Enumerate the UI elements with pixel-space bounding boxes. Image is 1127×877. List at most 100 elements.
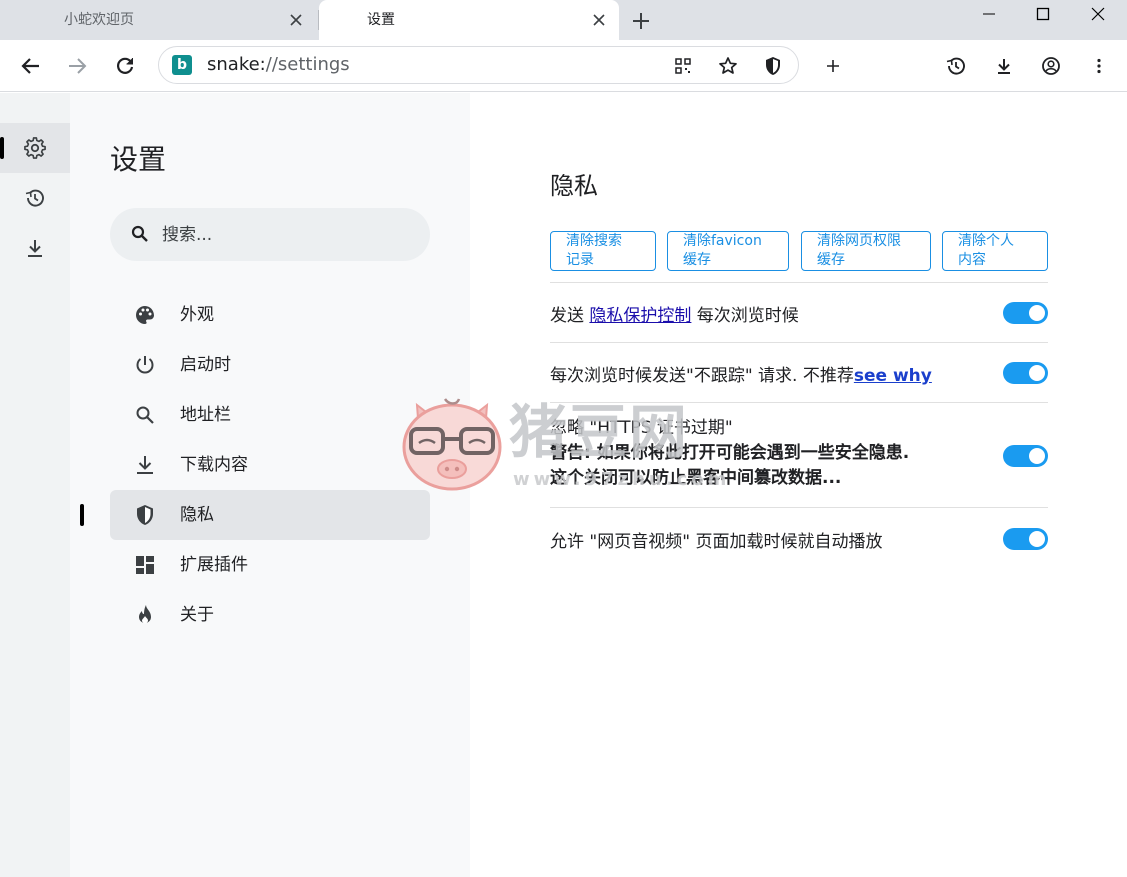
nav-item-label: 外观 <box>180 305 214 325</box>
download-icon <box>998 59 1010 74</box>
forward-button[interactable] <box>63 52 91 80</box>
label-text: 每次浏览时候 <box>691 306 799 326</box>
button-label-line2: 记录 <box>566 252 594 268</box>
site-favicon-icon: b <box>172 55 192 75</box>
autoplay-toggle[interactable] <box>1003 528 1048 550</box>
search-icon <box>131 225 148 242</box>
button-label-line1: 清除搜索 <box>566 233 622 249</box>
shield-button[interactable] <box>762 55 784 77</box>
back-button[interactable] <box>17 52 45 80</box>
downloads-button[interactable] <box>990 52 1018 80</box>
button-label-line1: 清除favicon <box>683 233 762 249</box>
url-text[interactable]: snake://settings <box>207 47 350 83</box>
nav-item-downloads[interactable]: 下载内容 <box>110 440 430 490</box>
rail-settings[interactable] <box>0 123 70 173</box>
minimize-button[interactable] <box>966 0 1012 28</box>
nav-item-label: 下载内容 <box>180 455 248 475</box>
see-why-link[interactable]: see why <box>854 366 932 386</box>
setting-label: 忽略 "HTTPS 证书过期" 警告: 如果你将此打开可能会遇到一些安全隐患. … <box>550 416 909 491</box>
side-rail <box>0 93 70 877</box>
window-close-button[interactable] <box>1075 0 1121 28</box>
clear-favicon-cache-button[interactable]: 清除favicon 缓存 <box>667 231 789 271</box>
tab-welcome[interactable]: 小蛇欢迎页 <box>18 0 318 40</box>
nav-item-privacy[interactable]: 隐私 <box>80 490 430 540</box>
https-expired-toggle[interactable] <box>1003 445 1048 467</box>
button-label-line2: 缓存 <box>683 252 711 268</box>
address-bar[interactable]: b snake://settings <box>158 46 799 84</box>
nav-item-appearance[interactable]: 外观 <box>110 290 430 340</box>
setting-row-autoplay: 允许 "网页音视频" 页面加载时候就自动播放 <box>550 507 1048 569</box>
minimize-icon <box>983 13 995 15</box>
qr-code-button[interactable] <box>672 55 694 77</box>
settings-search[interactable] <box>110 208 430 261</box>
clear-personal-data-button[interactable]: 清除个人 内容 <box>942 231 1048 271</box>
download-icon <box>28 240 42 257</box>
nav-item-extensions[interactable]: 扩展插件 <box>110 540 430 590</box>
privacy-control-link[interactable]: 隐私保护控制 <box>589 306 691 326</box>
label-text: 每次浏览时候发送"不跟踪" 请求. 不推荐 <box>550 366 854 386</box>
clear-search-history-button[interactable]: 清除搜索 记录 <box>550 231 656 271</box>
plus-icon <box>827 60 839 72</box>
section-title: 隐私 <box>550 172 598 200</box>
close-icon <box>1091 7 1105 21</box>
history-button[interactable] <box>942 52 970 80</box>
search-icon <box>134 404 156 426</box>
gear-icon <box>24 137 46 159</box>
setting-label: 发送 隐私保护控制 每次浏览时候 <box>550 301 799 326</box>
setting-label: 允许 "网页音视频" 页面加载时候就自动播放 <box>550 532 883 552</box>
rail-history[interactable] <box>0 173 70 223</box>
bookmark-button[interactable] <box>717 55 739 77</box>
setting-row-do-not-track: 每次浏览时候发送"不跟踪" 请求. 不推荐see why <box>550 342 1048 402</box>
download-icon <box>134 454 156 476</box>
nav-item-label: 地址栏 <box>180 405 231 425</box>
star-icon <box>719 57 737 74</box>
profile-button[interactable] <box>1037 52 1065 80</box>
setting-label: 每次浏览时候发送"不跟踪" 请求. 不推荐see why <box>550 361 932 386</box>
maximize-button[interactable] <box>1020 0 1066 28</box>
rail-downloads[interactable] <box>0 223 70 273</box>
qr-code-icon <box>675 58 691 74</box>
nav-item-label: 关于 <box>180 605 214 625</box>
maximize-icon <box>1036 7 1050 21</box>
button-label-line2: 缓存 <box>817 252 845 268</box>
label-text: 忽略 "HTTPS 证书过期" <box>550 418 733 438</box>
flame-icon <box>134 604 156 626</box>
setting-row-privacy-control: 发送 隐私保护控制 每次浏览时候 <box>550 282 1048 342</box>
new-tab-icon[interactable] <box>630 10 652 32</box>
extensions-icon <box>134 554 156 576</box>
do-not-track-toggle[interactable] <box>1003 362 1048 384</box>
tab-settings[interactable]: 设置 <box>319 0 619 40</box>
nav-item-startup[interactable]: 启动时 <box>110 340 430 390</box>
setting-row-https-expired: 忽略 "HTTPS 证书过期" 警告: 如果你将此打开可能会遇到一些安全隐患. … <box>550 402 1048 507</box>
toolbar: b snake://settings <box>0 40 1127 92</box>
button-label-line1: 清除网页权限 <box>817 233 901 249</box>
nav-item-about[interactable]: 关于 <box>110 590 430 640</box>
close-icon[interactable] <box>591 12 607 28</box>
shield-icon <box>134 504 156 526</box>
tab-title: 小蛇欢迎页 <box>64 12 134 28</box>
button-label-line2: 内容 <box>958 252 986 268</box>
shield-icon <box>766 57 780 75</box>
menu-button[interactable] <box>1085 52 1113 80</box>
url-scheme: snake: <box>207 54 266 75</box>
arrow-left-icon <box>21 58 39 74</box>
close-icon[interactable] <box>288 12 304 28</box>
warning-text: 这个关闭可以防止黑客中间篡改数据... <box>550 468 842 488</box>
more-vertical-icon <box>1097 58 1101 74</box>
label-text: 发送 <box>550 306 590 326</box>
reload-button[interactable] <box>111 52 139 80</box>
account-icon <box>1042 57 1060 75</box>
add-button[interactable] <box>819 52 847 80</box>
clear-permissions-cache-button[interactable]: 清除网页权限 缓存 <box>801 231 931 271</box>
power-icon <box>134 354 156 376</box>
palette-icon <box>134 304 156 326</box>
button-label-line1: 清除个人 <box>958 233 1014 249</box>
history-icon <box>946 57 965 75</box>
privacy-control-toggle[interactable] <box>1003 302 1048 324</box>
warning-text: 警告: 如果你将此打开可能会遇到一些安全隐患. <box>550 443 910 463</box>
tab-title: 设置 <box>367 12 395 28</box>
nav-item-address-bar[interactable]: 地址栏 <box>110 390 430 440</box>
search-input[interactable] <box>162 218 412 251</box>
settings-nav: 设置 外观 启动时 地址栏 下载内容 隐私 扩展插件 关于 <box>70 93 470 877</box>
tab-strip: 小蛇欢迎页 设置 <box>0 0 1127 40</box>
